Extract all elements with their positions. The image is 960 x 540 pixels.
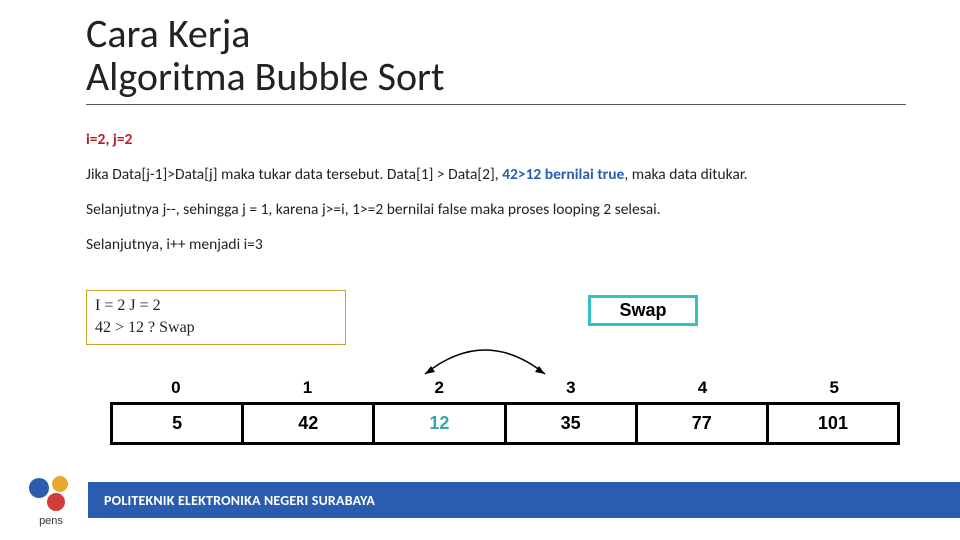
p1-b: 42>12 bernilai true — [502, 165, 624, 184]
swap-arc-icon — [415, 336, 555, 376]
slide-title: Cara Kerja Algoritma Bubble Sort — [86, 12, 906, 105]
array-cell: 101 — [766, 402, 900, 445]
paragraph-2: Selanjutnya j--, sehingga j = 1, karena … — [86, 200, 906, 221]
paragraph-1: Jika Data[j-1]>Data[j] maka tukar data t… — [86, 165, 906, 186]
index-label: 3 — [505, 378, 637, 402]
paragraph-3: Selanjutnya, i++ menjadi i=3 — [86, 235, 906, 256]
swap-label: Swap — [588, 295, 698, 326]
array-cell: 35 — [504, 402, 638, 445]
step-heading: i=2, j=2 — [86, 130, 906, 151]
array-display: 012345 542123577101 — [110, 378, 900, 445]
cell-row: 542123577101 — [110, 402, 900, 445]
array-cell: 42 — [241, 402, 375, 445]
footer-bar: POLITEKNIK ELEKTRONIKA NEGERI SURABAYA — [88, 482, 960, 518]
p1-a: Jika Data[j-1]>Data[j] maka tukar data t… — [86, 165, 502, 184]
array-cell: 77 — [635, 402, 769, 445]
title-line-1: Cara Kerja — [86, 9, 250, 58]
index-row: 012345 — [110, 378, 900, 402]
array-cell: 12 — [372, 402, 506, 445]
svg-text:pens: pens — [39, 515, 63, 527]
pens-logo-icon: pens — [22, 470, 80, 528]
title-line-2: Algoritma Bubble Sort — [86, 52, 444, 101]
state-box: I = 2 J = 2 42 > 12 ? Swap — [86, 290, 346, 345]
index-label: 4 — [637, 378, 769, 402]
slide-body: i=2, j=2 Jika Data[j-1]>Data[j] maka tuk… — [86, 130, 906, 270]
state-line-2: 42 > 12 ? Swap — [95, 317, 337, 339]
state-line-1: I = 2 J = 2 — [95, 295, 337, 317]
array-cell: 5 — [110, 402, 244, 445]
index-label: 0 — [110, 378, 242, 402]
p1-c: , maka data ditukar. — [624, 165, 747, 184]
index-label: 5 — [768, 378, 900, 402]
index-label: 1 — [242, 378, 374, 402]
footer-text: POLITEKNIK ELEKTRONIKA NEGERI SURABAYA — [104, 492, 375, 509]
index-label: 2 — [373, 378, 505, 402]
